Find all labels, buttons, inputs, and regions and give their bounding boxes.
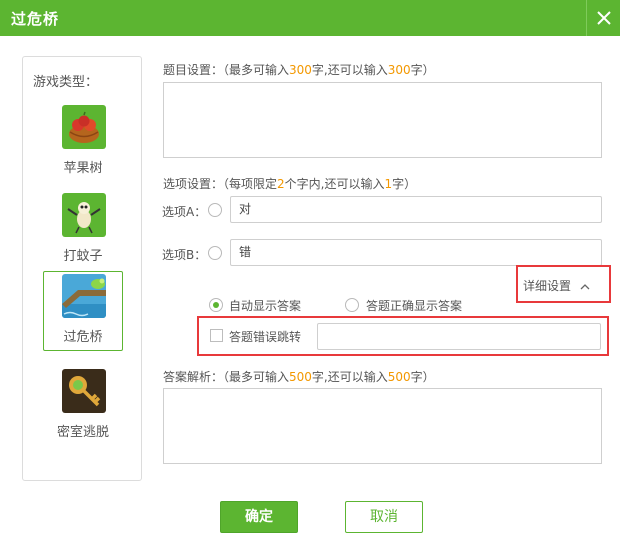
correct-show-answer-radio[interactable] [345,298,359,312]
detail-settings-toggle[interactable]: 详细设置 [523,277,590,294]
options-hint-middle: 个字内,还可以输入 [284,177,385,191]
game-item-escape-room[interactable]: 密室逃脱 [43,366,123,446]
options-limit-count: 2 [277,177,285,191]
analysis-hint-middle: 字,还可以输入 [311,370,388,384]
game-item-swat-mosquito[interactable]: 打蚊子 [43,190,123,270]
question-max-count: 300 [289,63,312,77]
bridge-icon [62,274,106,318]
question-hint-suffix: 字） [410,63,435,77]
option-a-correct-radio[interactable] [208,203,222,217]
analysis-hint-suffix: 字） [410,370,435,384]
question-settings-label: 题目设置：（最多可输入300字,还可以输入300字） [163,61,435,78]
game-item-apple-tree[interactable]: 苹果树 [43,102,123,182]
wrong-jump-label: 答题错误跳转 [229,330,302,344]
close-icon [597,11,611,25]
wrong-jump-checkbox[interactable] [210,329,223,342]
mosquito-icon [62,193,106,237]
analysis-max-count: 500 [289,370,312,384]
options-hint-suffix: 字） [392,177,417,191]
option-a-input[interactable]: 对 [230,196,602,223]
analysis-remaining-count: 500 [387,370,411,384]
option-b-correct-radio[interactable] [208,246,222,260]
question-textarea[interactable] [163,82,602,158]
analysis-settings-label: 答案解析：（最多可输入500字,还可以输入500字） [163,368,435,385]
key-icon [62,369,106,413]
analysis-textarea[interactable] [163,388,602,464]
correct-show-answer-label: 答题正确显示答案 [366,299,463,313]
game-item-cross-bridge[interactable]: 过危桥 [43,271,123,351]
option-a-label: 选项A： [162,205,207,219]
wrong-jump-input[interactable] [317,323,601,350]
apple-basket-icon [62,105,106,149]
option-b-label: 选项B： [162,248,207,262]
auto-show-answer-radio[interactable] [209,298,223,312]
options-hint-prefix: 选项设置：（每项限定 [163,177,278,191]
game-label: 苹果树 [63,161,103,176]
game-label: 密室逃脱 [56,425,109,440]
chevron-up-icon [580,283,590,289]
analysis-hint-prefix: 答案解析：（最多可输入 [163,370,290,384]
option-b-input[interactable]: 错 [230,239,602,266]
game-type-sidebar: 游戏类型： 苹果树 打蚊子 过危桥 密室逃脱 [22,56,142,481]
window-title: 过危桥 [11,10,60,28]
question-hint-middle: 字,还可以输入 [311,63,388,77]
detail-settings-label: 详细设置 [523,279,572,293]
title-bar: 过危桥 [0,0,620,36]
question-hint-prefix: 题目设置：（最多可输入 [163,63,290,77]
options-settings-label: 选项设置：（每项限定2个字内,还可以输入1字） [163,175,416,192]
sidebar-heading: 游戏类型： [33,75,99,90]
auto-show-answer-label: 自动显示答案 [229,299,302,313]
game-label: 打蚊子 [63,249,103,264]
game-label: 过危桥 [63,330,103,345]
options-remaining-count: 1 [384,177,393,191]
cancel-button[interactable]: 取消 [345,501,423,533]
confirm-button[interactable]: 确定 [220,501,298,533]
question-remaining-count: 300 [387,63,411,77]
close-button[interactable] [586,0,620,36]
